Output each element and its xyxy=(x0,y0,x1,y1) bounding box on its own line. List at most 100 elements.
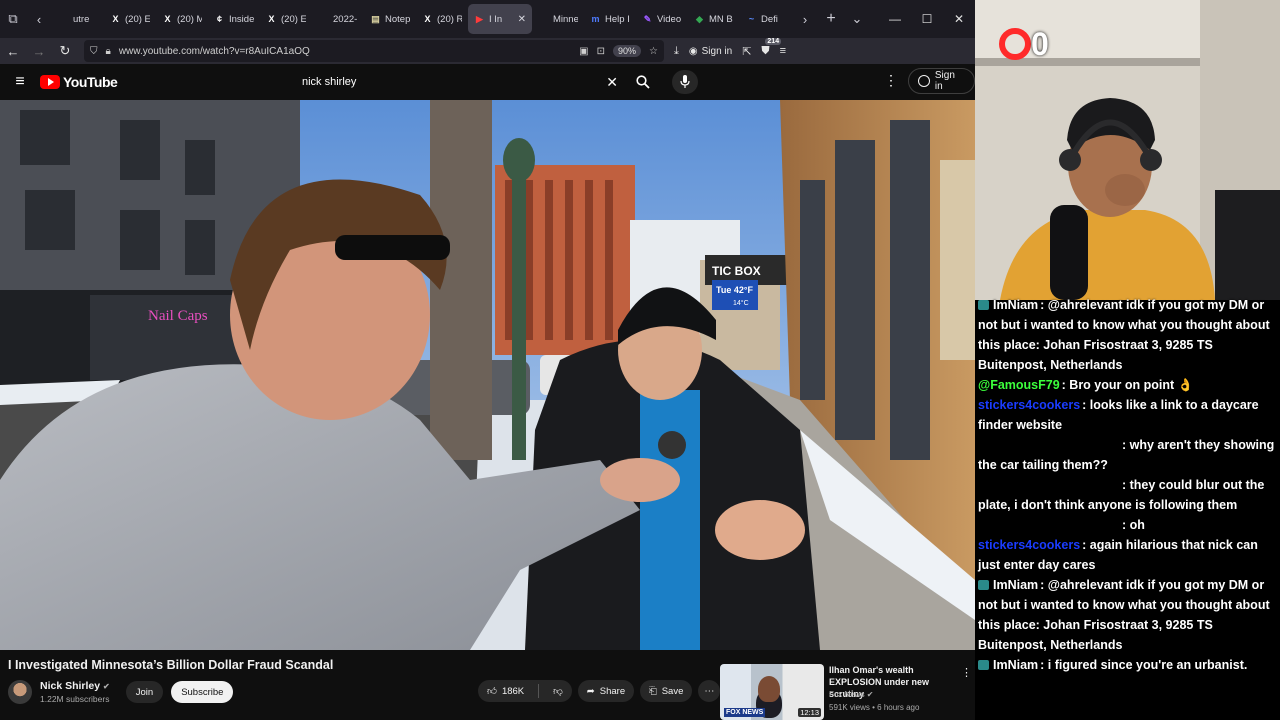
browser-tab[interactable]: ▤ Notep xyxy=(364,4,416,34)
save-page-icon[interactable]: ⊡ xyxy=(597,46,605,57)
browser-tab[interactable]: ¢ Inside xyxy=(208,4,260,34)
tab-label: (20) R xyxy=(437,13,462,25)
chat-message: stickers4cookers: looks like a link to a… xyxy=(978,395,1277,435)
recommended-channel-name[interactable]: Fox News xyxy=(829,690,865,699)
search-button[interactable] xyxy=(628,70,658,94)
browser-tab[interactable]: m Help I xyxy=(584,4,636,34)
ublock-icon[interactable]: ⛊ 214 xyxy=(761,37,782,58)
app-menu-icon[interactable]: ≡ xyxy=(780,45,786,57)
forward-icon[interactable]: → xyxy=(26,38,52,64)
tab-scroll-left-icon[interactable]: ‹ xyxy=(26,0,52,38)
tab-label: Minne xyxy=(553,13,578,25)
tab-label: (20) M xyxy=(177,13,202,25)
channel-avatar[interactable] xyxy=(8,680,32,704)
browser-tab[interactable]: ▶ I In ✕ xyxy=(468,4,532,34)
browser-tab[interactable]: ✎ Video xyxy=(636,4,688,34)
tab-favicon-icon: X xyxy=(424,14,431,24)
channel-name-row[interactable]: Nick Shirley ✔ xyxy=(40,680,110,693)
close-window-icon[interactable]: ✕ xyxy=(943,0,975,38)
like-button[interactable]: 👍︎ 186K xyxy=(478,680,533,702)
clear-search-icon[interactable]: ✕ xyxy=(606,74,618,91)
tab-favicon-icon xyxy=(318,14,329,25)
chat-message: : oh xyxy=(978,515,1277,535)
address-bar[interactable]: ⛉ 🔒︎ www.youtube.com/watch?v=r8AuICA1aOQ… xyxy=(84,40,664,62)
tab-overview-icon[interactable]: ⧉ xyxy=(0,0,26,38)
lock-icon[interactable]: 🔒︎ xyxy=(106,46,111,57)
browser-tab[interactable]: X (20) E xyxy=(260,4,312,34)
browser-tab[interactable]: X (20) M xyxy=(156,4,208,34)
browser-tab[interactable]: X (20) R xyxy=(416,4,468,34)
zoom-level[interactable]: 90% xyxy=(613,45,642,57)
search-input[interactable]: nick shirley ✕ xyxy=(294,70,626,94)
recommended-channel[interactable]: Fox News ✔ xyxy=(829,690,874,699)
verified-check-icon: ✔ xyxy=(103,681,110,691)
join-button[interactable]: Join xyxy=(125,681,164,703)
list-tabs-icon[interactable]: ⌄ xyxy=(844,0,870,38)
tab-favicon-icon: m xyxy=(591,14,600,24)
reader-view-icon[interactable]: ▣ xyxy=(579,46,588,57)
channel-name[interactable]: Nick Shirley xyxy=(40,680,100,692)
tab-label: Inside xyxy=(229,13,254,25)
tab-favicon-icon: ~ xyxy=(748,14,755,24)
back-icon[interactable]: ← xyxy=(0,38,26,64)
tab-label: Video xyxy=(657,13,682,25)
youtube-logo-text: YouTube xyxy=(63,74,118,90)
url-text[interactable]: www.youtube.com/watch?v=r8AuICA1aOQ xyxy=(119,46,571,57)
shop-sign-text: Nail Caps xyxy=(148,308,208,324)
youtube-signin-button[interactable]: Sign in xyxy=(908,68,975,94)
search-query[interactable]: nick shirley xyxy=(302,76,356,88)
tab-favicon-icon: ¢ xyxy=(216,14,222,24)
video-player[interactable]: Nail Caps TIC BOX Tue 42°F 14°C xyxy=(0,100,975,650)
chat-username: ImNiam xyxy=(993,658,1039,672)
subscriber-count: 1.22M subscribers xyxy=(40,693,110,704)
more-actions-icon[interactable]: ⋯ xyxy=(698,680,721,702)
chat-message: : they could blur out the plate, i don't… xyxy=(978,475,1277,515)
share-button[interactable]: ➦ Share xyxy=(577,680,635,702)
recommended-video[interactable]: FOX NEWS 12:13 Ilhan Omar's wealth EXPLO… xyxy=(720,664,975,720)
reload-icon[interactable]: ↻ xyxy=(52,38,78,64)
youtube-play-icon xyxy=(40,75,60,89)
browser-tab[interactable]: utre xyxy=(52,4,104,34)
tab-label: I In xyxy=(489,13,503,25)
chat-text: : i figured since you're an urbanist. xyxy=(1040,658,1248,672)
video-title: I Investigated Minnesota’s Billion Dolla… xyxy=(8,658,334,672)
chat-message: @FamousF79: Bro your on point 👌 xyxy=(978,375,1277,395)
recommended-more-icon[interactable]: ⋮ xyxy=(961,666,972,679)
youtube-logo[interactable]: YouTube xyxy=(40,74,118,90)
browser-tab[interactable]: ◆ MN B xyxy=(688,4,740,34)
recommended-thumbnail[interactable]: FOX NEWS 12:13 xyxy=(720,664,824,720)
chat-text: : Bro your on point 👌 xyxy=(1061,378,1194,392)
guide-menu-icon[interactable]: ≡ xyxy=(0,73,40,91)
account-signin[interactable]: ◉ Sign in xyxy=(689,46,732,57)
more-settings-icon[interactable]: ⋮ xyxy=(884,72,898,89)
chat-message: : why aren't they showing the car tailin… xyxy=(978,435,1277,475)
extensions-icon[interactable]: ⇱ xyxy=(742,45,751,58)
tab-label: 2022- xyxy=(333,13,358,25)
downloads-icon[interactable]: ⤓ xyxy=(674,45,679,58)
tab-favicon-icon xyxy=(58,14,69,25)
close-tab-icon[interactable]: ✕ xyxy=(518,14,526,25)
browser-tab[interactable]: X (20) E xyxy=(104,4,156,34)
youtube-header: ≡ YouTube nick shirley ✕ ⋮ Sign in xyxy=(0,64,975,100)
save-button[interactable]: ⎗ Save xyxy=(640,680,693,702)
maximize-icon[interactable]: ☐ xyxy=(911,0,943,38)
bookmark-star-icon[interactable]: ☆ xyxy=(649,46,658,57)
minimize-icon[interactable]: — xyxy=(879,0,911,38)
video-actions: 👍︎ 186K 👎︎ ➦ Share ⎗ Save ⋯ xyxy=(478,680,721,702)
tab-label: utre xyxy=(73,13,90,25)
voice-search-button[interactable] xyxy=(672,70,698,94)
dislike-button[interactable]: 👎︎ xyxy=(544,680,572,702)
channel-row: Nick Shirley ✔ 1.22M subscribers Join Su… xyxy=(8,678,234,706)
browser-tab[interactable]: ~ Defi xyxy=(740,4,792,34)
tab-scroll-right-icon[interactable]: › xyxy=(792,0,818,38)
browser-window: ⧉ ‹ utre X (20) E X (20) M ¢ Inside X (20) E 2022… xyxy=(0,0,975,720)
shield-icon[interactable]: ⛉ xyxy=(90,46,98,57)
tab-favicon-icon: X xyxy=(164,14,171,24)
tab-strip: utre X (20) E X (20) M ¢ Inside X (20) E 2022- ▤ No… xyxy=(52,4,792,34)
verified-check-icon: ✔ xyxy=(866,690,874,699)
browser-tab[interactable]: Minne xyxy=(532,4,584,34)
browser-tab[interactable]: 2022- xyxy=(312,4,364,34)
subscribe-button[interactable]: Subscribe xyxy=(171,681,234,703)
new-tab-icon[interactable]: + xyxy=(818,0,844,38)
thumbnail-person xyxy=(758,676,780,702)
